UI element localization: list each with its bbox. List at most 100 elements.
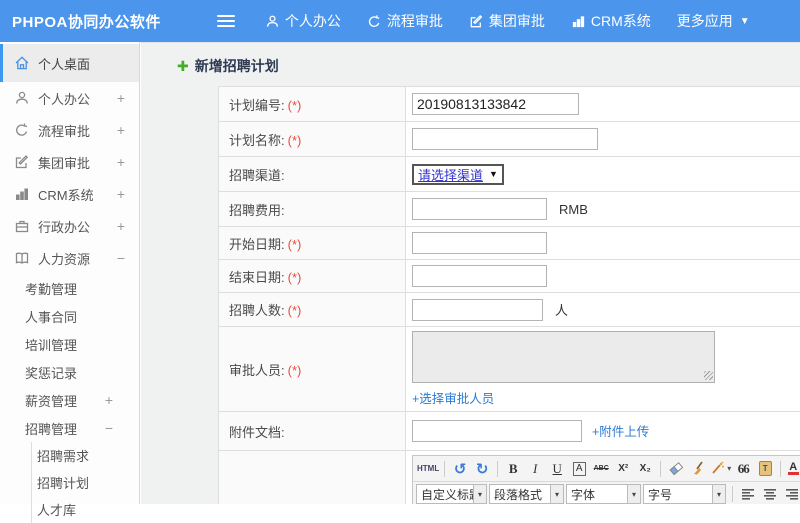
form-row-plan-name: 计划名称:(*) bbox=[219, 122, 800, 157]
custom-heading-select[interactable]: 自定义标题 ▾ bbox=[416, 484, 487, 504]
sidebar-subitem-rewards[interactable]: 奖惩记录 bbox=[0, 358, 139, 386]
sidebar-subitem-salary[interactable]: 薪资管理 + bbox=[0, 386, 139, 414]
sidebar-item-recruit-demand[interactable]: 招聘需求 bbox=[32, 442, 139, 469]
attachment-upload-link[interactable]: +附件上传 bbox=[592, 421, 649, 440]
eraser-icon[interactable] bbox=[666, 459, 686, 479]
sidebar-item-crm[interactable]: CRM系统 + bbox=[0, 178, 139, 210]
redo-icon[interactable]: ↻ bbox=[472, 459, 492, 479]
font-size-select[interactable]: 字号 ▾ bbox=[643, 484, 726, 504]
paste-text-icon[interactable]: T bbox=[755, 459, 775, 479]
nav-personal-office[interactable]: 个人办公 bbox=[265, 11, 341, 31]
nav-group-approval[interactable]: 集团审批 bbox=[469, 11, 545, 31]
sidebar-subitem-recruit-mgmt[interactable]: 招聘管理 − bbox=[0, 414, 139, 442]
align-left-icon[interactable] bbox=[738, 484, 758, 504]
headcount-unit: 人 bbox=[555, 303, 568, 318]
font-color-button[interactable]: A ▾ bbox=[786, 459, 800, 479]
sidebar-item-label: 个人办公 bbox=[38, 89, 90, 108]
nav-workflow-approval[interactable]: 流程审批 bbox=[367, 11, 443, 31]
attachment-input[interactable] bbox=[412, 420, 582, 442]
char-border-button[interactable]: A bbox=[573, 462, 586, 476]
caret-down-icon: ▾ bbox=[474, 484, 487, 504]
resize-grip-icon bbox=[704, 371, 713, 380]
blockquote-button[interactable]: 66 bbox=[733, 459, 753, 479]
toolbar-separator bbox=[660, 461, 661, 477]
sidebar-item-personal-office[interactable]: 个人办公 + bbox=[0, 82, 139, 114]
sidebar-item-talent-pool[interactable]: 人才库 bbox=[32, 496, 139, 523]
expand-icon[interactable]: + bbox=[117, 90, 125, 106]
form-row-start-date: 开始日期:(*) bbox=[219, 227, 800, 260]
process-arrow-icon bbox=[14, 122, 38, 138]
subscript-button[interactable]: X₂ bbox=[635, 459, 655, 479]
bold-button[interactable]: B bbox=[503, 459, 523, 479]
caret-down-icon: ▾ bbox=[628, 484, 641, 504]
expand-icon[interactable]: + bbox=[117, 186, 125, 202]
sidebar-subitem-label: 人事合同 bbox=[25, 307, 77, 326]
format-painter-icon[interactable]: ▾ bbox=[710, 459, 731, 479]
form-row-end-date: 结束日期:(*) bbox=[219, 260, 800, 293]
field-label: 结束日期: bbox=[229, 270, 285, 285]
channel-select[interactable]: 请选择渠道 ▼ bbox=[412, 164, 504, 185]
nav-more-apps[interactable]: 更多应用 ▼ bbox=[677, 11, 750, 31]
sidebar-subitem-training[interactable]: 培训管理 bbox=[0, 330, 139, 358]
strikethrough-button[interactable]: ABC bbox=[591, 459, 611, 479]
expand-icon[interactable]: + bbox=[117, 154, 125, 170]
sidebar-item-hr[interactable]: 人力资源 − bbox=[0, 242, 139, 274]
sidebar-subitem-attendance[interactable]: 考勤管理 bbox=[0, 274, 139, 302]
form-row-editor: HTML ↺ ↻ B I U A ABC X² X₂ bbox=[219, 451, 800, 505]
sidebar-subitem-label: 考勤管理 bbox=[25, 279, 77, 298]
hamburger-menu-icon[interactable] bbox=[217, 15, 235, 27]
toolbar-separator bbox=[444, 461, 445, 477]
sidebar-item-label: 流程审批 bbox=[38, 121, 90, 140]
plus-icon: ✚ bbox=[177, 58, 189, 75]
expand-icon[interactable]: + bbox=[105, 392, 113, 408]
fee-input[interactable] bbox=[412, 198, 547, 220]
sidebar-item-personal-desktop[interactable]: 个人桌面 bbox=[0, 44, 139, 82]
person-icon bbox=[265, 14, 280, 29]
form-row-fee: 招聘费用: RMB bbox=[219, 192, 800, 227]
superscript-button[interactable]: X² bbox=[613, 459, 633, 479]
form-row-attachment: 附件文档: +附件上传 bbox=[219, 412, 800, 451]
collapse-icon[interactable]: − bbox=[105, 420, 113, 436]
plan-no-input[interactable] bbox=[412, 93, 579, 115]
nav-label: CRM系统 bbox=[591, 11, 651, 31]
end-date-input[interactable] bbox=[412, 265, 547, 287]
clean-format-broom-icon[interactable] bbox=[688, 459, 708, 479]
sidebar-item-workflow-approval[interactable]: 流程审批 + bbox=[0, 114, 139, 146]
collapse-icon[interactable]: − bbox=[117, 250, 125, 266]
expand-icon[interactable]: + bbox=[117, 122, 125, 138]
expand-icon[interactable]: + bbox=[117, 218, 125, 234]
sidebar-item-recruit-plan[interactable]: 招聘计划 bbox=[32, 469, 139, 496]
required-marker: (*) bbox=[288, 133, 302, 148]
undo-icon[interactable]: ↺ bbox=[450, 459, 470, 479]
briefcase-icon bbox=[14, 218, 38, 234]
align-center-icon[interactable] bbox=[760, 484, 780, 504]
sidebar-item-group-approval[interactable]: 集团审批 + bbox=[0, 146, 139, 178]
recruit-plan-form: 计划编号:(*) 计划名称:(*) 招聘渠道: 请选择渠道 ▼ 招聘费用: RM… bbox=[218, 86, 800, 504]
person-icon bbox=[14, 90, 38, 106]
rich-text-editor: HTML ↺ ↻ B I U A ABC X² X₂ bbox=[412, 455, 800, 504]
paragraph-format-select[interactable]: 段落格式 ▾ bbox=[489, 484, 564, 504]
select-approvers-link[interactable]: +选择审批人员 bbox=[412, 388, 494, 407]
align-right-icon[interactable] bbox=[782, 484, 800, 504]
start-date-input[interactable] bbox=[412, 232, 547, 254]
html-source-button[interactable]: HTML bbox=[417, 459, 439, 479]
underline-button[interactable]: U bbox=[547, 459, 567, 479]
nav-label: 更多应用 bbox=[677, 11, 733, 31]
sidebar-subitem-hr-contract[interactable]: 人事合同 bbox=[0, 302, 139, 330]
sidebar-subitem-label: 薪资管理 bbox=[25, 391, 77, 410]
sidebar-item-label: 个人桌面 bbox=[38, 54, 90, 73]
required-marker: (*) bbox=[288, 363, 302, 378]
italic-button[interactable]: I bbox=[525, 459, 545, 479]
headcount-input[interactable] bbox=[412, 299, 543, 321]
font-family-select[interactable]: 字体 ▾ bbox=[566, 484, 641, 504]
sidebar-item-label: 集团审批 bbox=[38, 153, 90, 172]
sidebar-item-admin-office[interactable]: 行政办公 + bbox=[0, 210, 139, 242]
plan-name-input[interactable] bbox=[412, 128, 598, 150]
caret-down-icon: ▼ bbox=[489, 169, 498, 179]
nav-crm-system[interactable]: CRM系统 bbox=[571, 11, 651, 31]
field-label: 招聘渠道: bbox=[229, 168, 285, 183]
editor-toolbar-row1: HTML ↺ ↻ B I U A ABC X² X₂ bbox=[413, 456, 800, 482]
approvers-textarea[interactable] bbox=[412, 331, 715, 383]
sidebar: 个人桌面 个人办公 + 流程审批 + 集团审批 + CRM系统 + 行政办公 + bbox=[0, 42, 140, 504]
edit-square-icon bbox=[469, 14, 484, 29]
